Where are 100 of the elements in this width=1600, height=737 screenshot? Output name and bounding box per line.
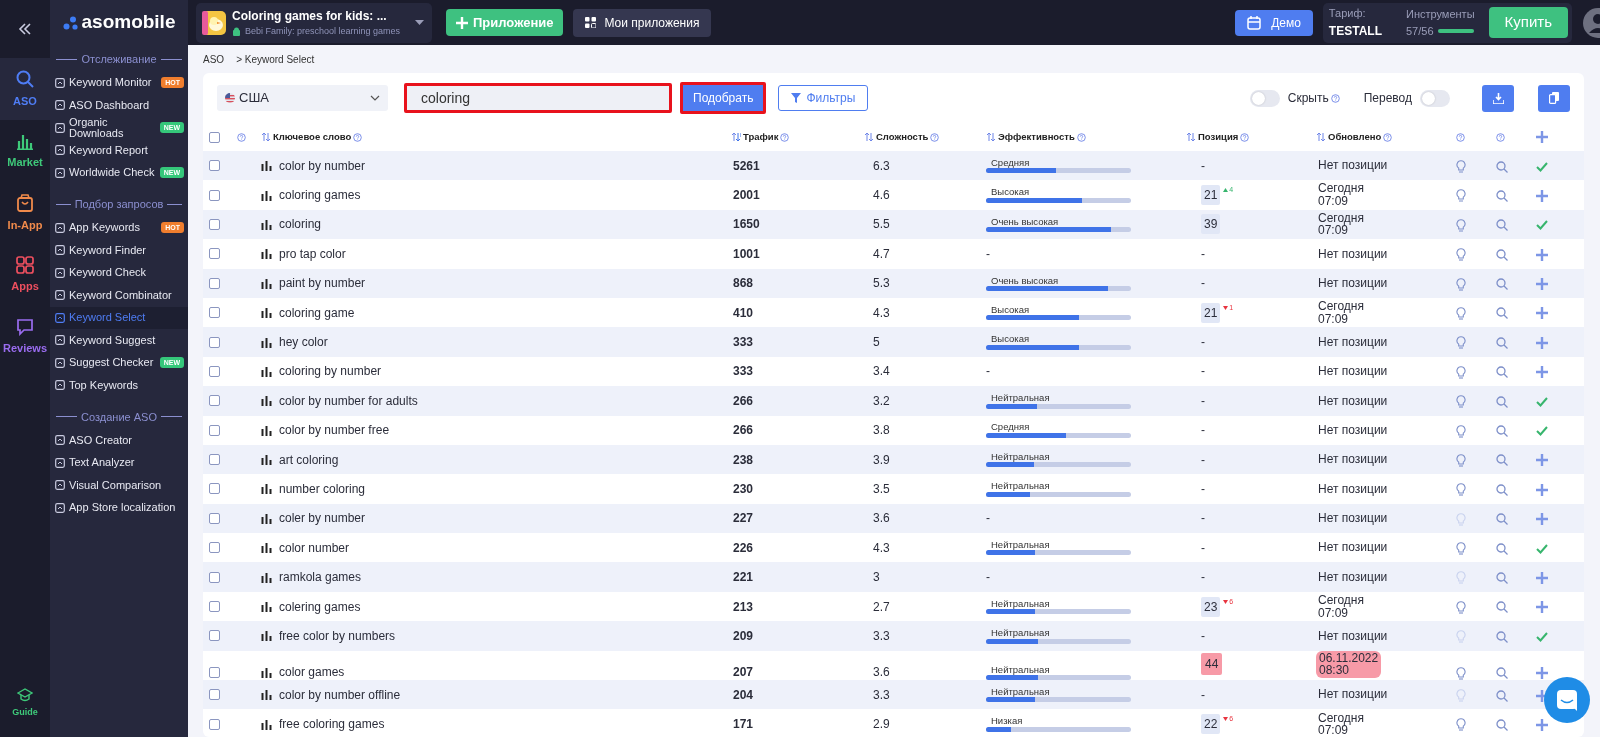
row-checkbox[interactable] [209, 630, 220, 642]
help-icon[interactable] [1456, 132, 1465, 142]
menu-item[interactable]: App Store localization [50, 496, 188, 519]
demo-button[interactable]: Демо [1235, 9, 1313, 36]
search-icon[interactable] [1496, 718, 1508, 731]
plus-icon[interactable] [1536, 366, 1548, 379]
sort-icon[interactable] [986, 132, 996, 142]
chart-icon[interactable] [261, 307, 272, 319]
lightbulb-icon[interactable] [1456, 483, 1466, 497]
help-icon[interactable] [1383, 132, 1393, 142]
avatar-icon[interactable] [1582, 6, 1600, 39]
search-icon[interactable] [1496, 689, 1508, 702]
breadcrumb-link[interactable]: > Keyword Select [236, 51, 315, 67]
help-icon[interactable] [1240, 132, 1250, 142]
rail-tab[interactable]: Reviews [0, 306, 50, 368]
menu-item[interactable]: Keyword Check [50, 261, 188, 284]
download-button[interactable] [1482, 84, 1514, 112]
plus-icon[interactable] [1536, 454, 1548, 467]
chart-icon[interactable] [261, 542, 272, 554]
menu-item[interactable]: Keyword Combinator [50, 284, 188, 307]
lightbulb-icon[interactable] [1456, 453, 1466, 467]
chart-icon[interactable] [261, 189, 272, 201]
rail-tab[interactable]: ASO [0, 58, 50, 120]
checkmark-icon[interactable] [1536, 631, 1548, 642]
menu-item[interactable]: Top Keywords [50, 374, 188, 397]
search-icon[interactable] [1496, 572, 1508, 584]
search-icon[interactable] [1496, 454, 1508, 467]
menu-item[interactable]: ASO Creator [50, 429, 188, 452]
search-icon[interactable] [1496, 219, 1508, 232]
chart-icon[interactable] [261, 666, 272, 678]
country-select[interactable]: США [217, 85, 388, 111]
plus-icon[interactable] [1536, 131, 1548, 144]
menu-item[interactable]: Keyword Suggest [50, 329, 188, 352]
help-icon[interactable] [353, 132, 363, 142]
search-icon[interactable] [1496, 395, 1508, 408]
row-checkbox[interactable] [209, 189, 220, 201]
lightbulb-icon[interactable] [1456, 189, 1466, 203]
search-icon[interactable] [1496, 483, 1508, 496]
row-checkbox[interactable] [209, 601, 220, 613]
chart-icon[interactable] [261, 689, 272, 701]
row-checkbox[interactable] [209, 718, 220, 730]
menu-item[interactable]: Visual Comparison [50, 474, 188, 497]
row-checkbox[interactable] [209, 571, 220, 583]
rail-tab[interactable]: Apps [0, 244, 50, 306]
plus-icon[interactable] [1536, 667, 1548, 680]
checkmark-icon[interactable] [1536, 220, 1548, 231]
lightbulb-icon[interactable] [1456, 666, 1466, 680]
menu-item[interactable]: ASO Dashboard [50, 94, 188, 117]
chart-icon[interactable] [261, 277, 272, 289]
lightbulb-icon[interactable] [1456, 248, 1466, 262]
chart-icon[interactable] [261, 365, 272, 377]
help-icon[interactable] [1330, 93, 1340, 103]
row-checkbox[interactable] [209, 365, 220, 377]
chart-icon[interactable] [261, 454, 272, 466]
help-icon[interactable] [1076, 132, 1086, 142]
help-icon[interactable] [1496, 132, 1505, 142]
lightbulb-icon[interactable] [1456, 395, 1466, 409]
search-field[interactable]: coloring [404, 83, 672, 113]
column-header[interactable]: Эффективность [998, 129, 1075, 145]
row-checkbox[interactable] [209, 454, 220, 466]
plus-icon[interactable] [1536, 278, 1548, 291]
row-checkbox[interactable] [209, 542, 220, 554]
row-checkbox[interactable] [209, 512, 220, 524]
row-checkbox[interactable] [209, 307, 220, 319]
plus-icon[interactable] [1536, 483, 1548, 496]
plus-icon[interactable] [1536, 248, 1548, 261]
row-checkbox[interactable] [209, 160, 220, 172]
plus-icon[interactable] [1536, 307, 1548, 320]
checkmark-icon[interactable] [1536, 426, 1548, 437]
column-header[interactable]: Сложность [876, 129, 929, 145]
search-icon[interactable] [1496, 513, 1508, 526]
menu-item[interactable]: Text Analyzer [50, 451, 188, 474]
checkmark-icon[interactable] [1536, 543, 1548, 554]
lightbulb-icon[interactable] [1456, 218, 1466, 232]
breadcrumb-link[interactable]: ASO [203, 51, 225, 67]
lightbulb-icon[interactable] [1456, 306, 1466, 320]
rail-tab[interactable]: Market [0, 120, 50, 182]
chart-icon[interactable] [261, 571, 272, 583]
lightbulb-icon[interactable] [1456, 718, 1466, 732]
select-all-checkbox[interactable] [209, 131, 220, 143]
lightbulb-icon[interactable] [1456, 600, 1466, 614]
plus-icon[interactable] [1536, 572, 1548, 584]
lightbulb-icon[interactable] [1456, 424, 1466, 438]
row-checkbox[interactable] [209, 666, 220, 678]
row-checkbox[interactable] [209, 424, 220, 436]
sort-icon[interactable] [1186, 132, 1196, 142]
chart-icon[interactable] [261, 424, 272, 436]
plus-icon[interactable] [1536, 513, 1548, 526]
chart-icon[interactable] [261, 601, 272, 613]
plus-icon[interactable] [1536, 336, 1548, 349]
search-icon[interactable] [1496, 667, 1508, 680]
plus-icon[interactable] [1536, 189, 1548, 202]
search-icon[interactable] [1496, 189, 1508, 202]
guide-link[interactable]: Guide [0, 673, 50, 735]
checkmark-icon[interactable] [1536, 161, 1548, 172]
lightbulb-icon[interactable] [1456, 160, 1466, 173]
copy-button[interactable] [1538, 84, 1570, 112]
column-header[interactable]: Трафик [743, 129, 779, 145]
toggle-switch[interactable] [1420, 89, 1450, 107]
collapse-icon[interactable] [18, 23, 32, 35]
